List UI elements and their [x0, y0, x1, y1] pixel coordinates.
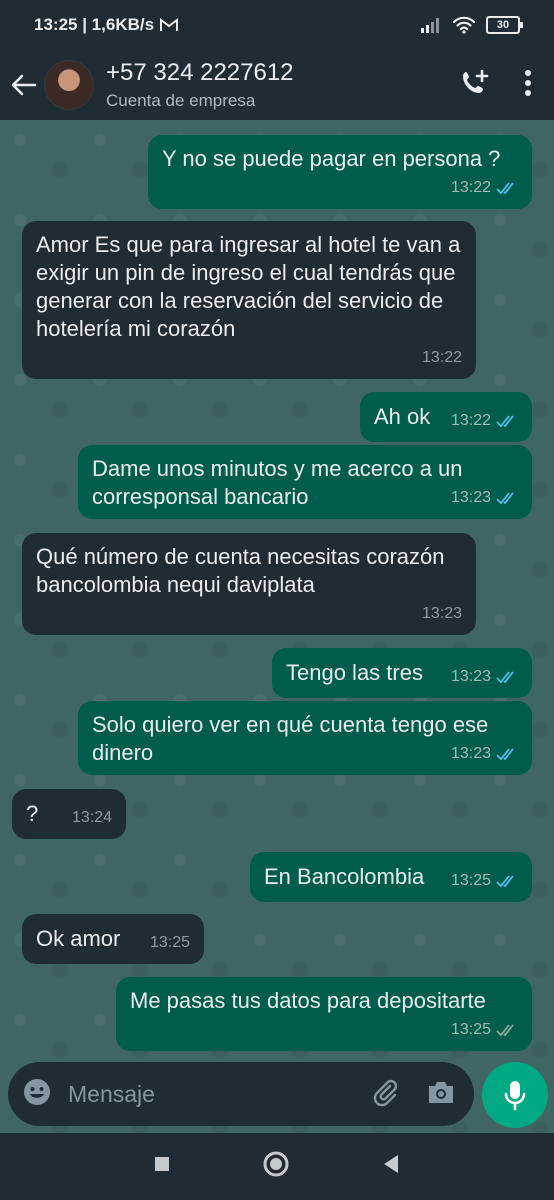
more-options-button[interactable]: [524, 69, 532, 102]
read-receipt-icon: [496, 671, 514, 684]
message-outgoing[interactable]: Y no se puede pagar en persona ? 13:22: [148, 135, 532, 209]
contact-subtitle: Cuenta de empresa: [106, 91, 256, 110]
recents-button[interactable]: [154, 1156, 170, 1177]
message-outgoing[interactable]: Tengo las tres 13:23: [272, 648, 532, 698]
square-icon: [155, 1157, 169, 1171]
message-text: Tengo las tres: [286, 660, 423, 685]
message-outgoing[interactable]: Ah ok 13:22: [360, 392, 532, 442]
voice-record-button[interactable]: [482, 1062, 548, 1128]
message-outgoing[interactable]: Me pasas tus datos para depositarte 13:2…: [116, 977, 532, 1051]
contact-avatar[interactable]: [44, 60, 94, 110]
message-text: ?: [26, 801, 39, 826]
camera-button[interactable]: [426, 1078, 456, 1111]
message-text: En Bancolombia: [264, 864, 425, 889]
battery-icon: 30: [486, 16, 523, 34]
attach-button[interactable]: [370, 1077, 400, 1112]
message-outgoing[interactable]: Dame unos minutos y me acerco a un corre…: [78, 445, 532, 519]
message-time: 13:23: [450, 745, 491, 762]
message-incoming[interactable]: Qué número de cuenta necesitas corazón b…: [22, 533, 476, 635]
message-time: 13:25: [450, 872, 491, 889]
read-receipt-icon: [496, 492, 514, 505]
message-time: 13:25: [149, 934, 190, 951]
back-nav-button[interactable]: [382, 1154, 400, 1179]
add-call-button[interactable]: [460, 68, 490, 103]
triangle-back-icon: [384, 1155, 398, 1173]
message-text: Ok amor: [36, 926, 121, 951]
circle-icon: [263, 1151, 289, 1177]
emoji-button[interactable]: [22, 1077, 52, 1112]
message-incoming[interactable]: Amor Es que para ingresar al hotel te va…: [22, 221, 476, 379]
status-bar: 13:25 | 1,6KB/s 30: [0, 0, 554, 50]
attach-icon: [373, 1079, 398, 1106]
add-call-icon: [463, 69, 489, 93]
message-text: Ah ok: [374, 404, 431, 429]
home-button[interactable]: [262, 1150, 290, 1183]
whatsapp-chat-screen: 13:25 | 1,6KB/s 30 +57 324 2227612 Cuent…: [0, 0, 554, 1200]
message-outgoing[interactable]: En Bancolombia 13:25: [250, 852, 532, 902]
message-meta: 13:25: [451, 1016, 518, 1044]
message-composer[interactable]: Mensaje: [8, 1062, 474, 1126]
message-time: 13:22: [450, 179, 491, 196]
more-vert-icon: [525, 69, 531, 96]
message-time: 13:22: [450, 412, 491, 429]
message-text: Amor Es que para ingresar al hotel te va…: [36, 232, 461, 341]
read-receipt-icon: [496, 1024, 514, 1037]
message-meta: 13:25: [451, 867, 518, 895]
message-meta: 13:23: [451, 484, 518, 512]
contact-info[interactable]: +57 324 2227612 Cuenta de empresa: [106, 59, 294, 111]
message-incoming[interactable]: ? 13:24: [12, 789, 126, 839]
microphone-icon: [504, 1081, 526, 1111]
message-meta: 13:23: [451, 740, 518, 768]
message-meta: 13:22: [451, 174, 518, 202]
message-meta: 13:22: [451, 407, 518, 435]
message-text: Qué número de cuenta necesitas corazón b…: [36, 544, 445, 597]
message-time: 13:23: [450, 668, 491, 685]
wifi-icon: [452, 16, 476, 34]
camera-icon: [429, 1081, 453, 1103]
message-meta: 13:25: [150, 929, 190, 957]
message-time: 13:22: [421, 349, 462, 366]
message-text: Dame unos minutos y me acerco a un corre…: [92, 456, 463, 509]
battery-level: 30: [496, 19, 510, 31]
message-text: Y no se puede pagar en persona ?: [162, 146, 501, 171]
message-list[interactable]: Y no se puede pagar en persona ? 13:22 A…: [0, 120, 554, 1133]
read-receipt-icon: [496, 875, 514, 888]
read-receipt-icon: [496, 182, 514, 195]
message-meta: 13:23: [451, 663, 518, 691]
message-time: 13:24: [71, 809, 112, 826]
back-button[interactable]: [4, 74, 44, 96]
emoji-icon: [24, 1078, 50, 1105]
message-time: 13:23: [450, 489, 491, 506]
contact-name: +57 324 2227612: [106, 59, 294, 86]
signal-icon: [421, 18, 439, 33]
status-time: 13:25 | 1,6KB/s: [34, 15, 155, 34]
message-input[interactable]: Mensaje: [68, 1081, 155, 1108]
gmail-icon: [160, 18, 179, 31]
message-meta: 13:23: [422, 600, 462, 628]
system-navigation-bar: [0, 1133, 554, 1200]
message-outgoing[interactable]: Solo quiero ver en qué cuenta tengo ese …: [78, 701, 532, 775]
message-text: Me pasas tus datos para depositarte: [130, 988, 486, 1013]
message-text: Solo quiero ver en qué cuenta tengo ese …: [92, 712, 489, 765]
message-meta: 13:22: [422, 344, 462, 372]
message-time: 13:25: [450, 1021, 491, 1038]
message-incoming[interactable]: Ok amor 13:25: [22, 914, 204, 964]
message-time: 13:23: [421, 605, 462, 622]
read-receipt-icon: [496, 415, 514, 428]
chat-header: +57 324 2227612 Cuenta de empresa: [0, 50, 554, 120]
message-meta: 13:24: [72, 804, 112, 832]
read-receipt-icon: [496, 748, 514, 761]
back-arrow-icon: [11, 74, 37, 96]
